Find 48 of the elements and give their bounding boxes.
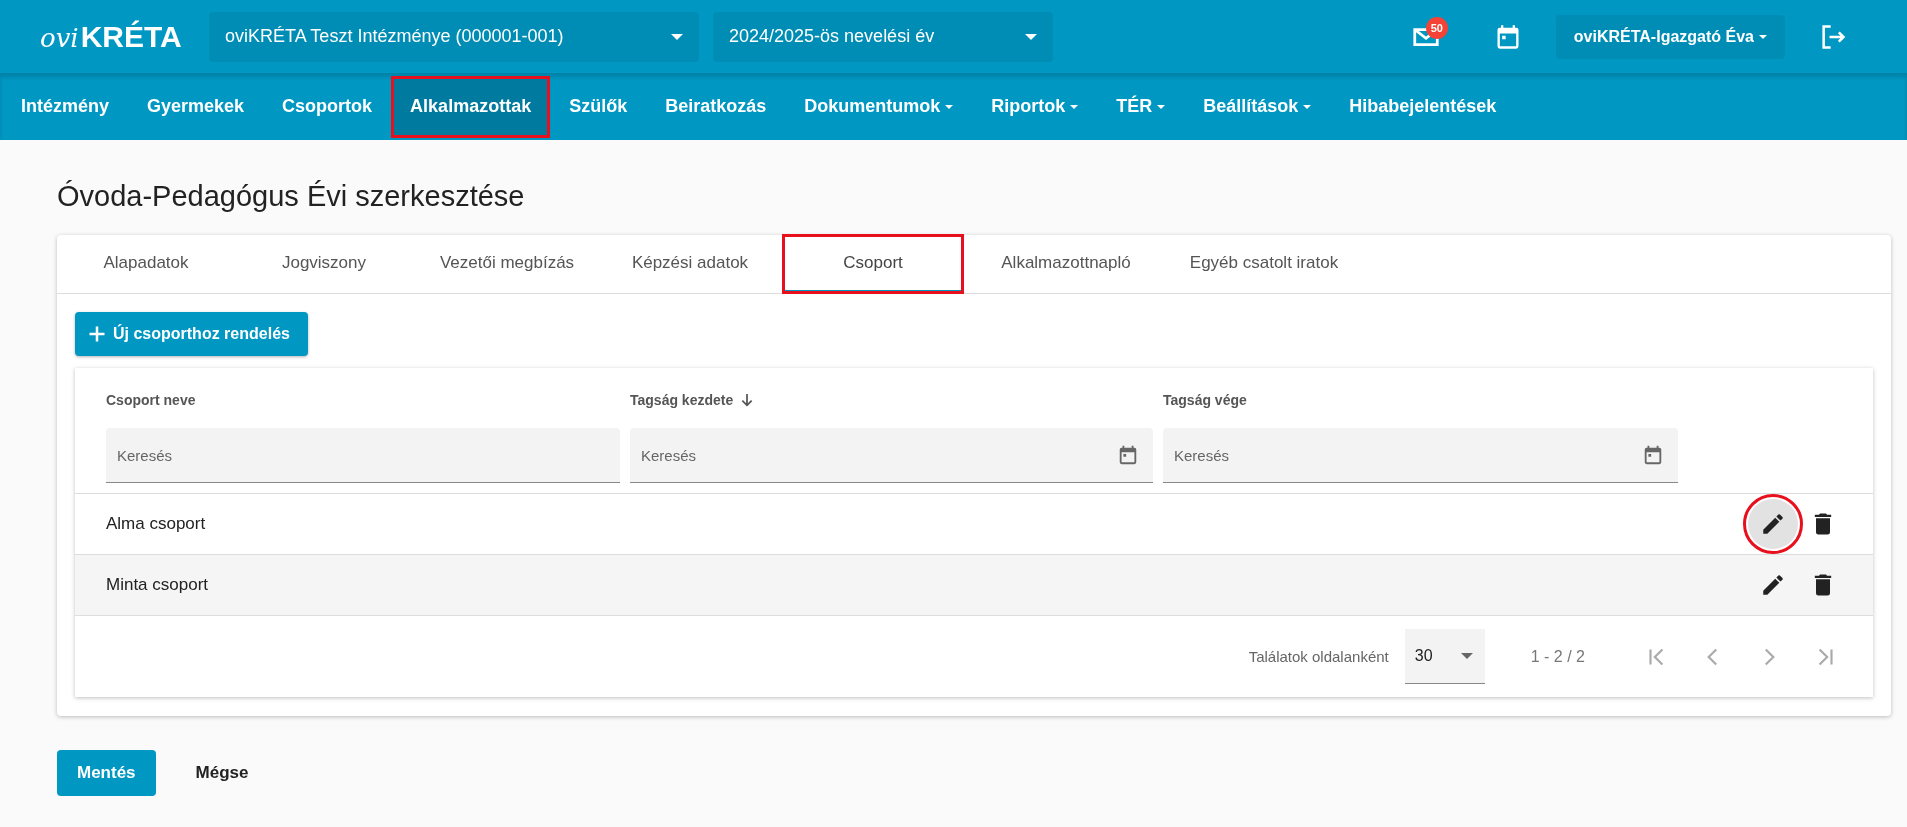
- search-field[interactable]: Keresés: [1163, 428, 1678, 483]
- column-title: Tagság vége: [1163, 392, 1247, 408]
- page-range: 1 - 2 / 2: [1530, 647, 1585, 666]
- tab[interactable]: Csoport: [783, 235, 963, 293]
- column-header[interactable]: Tagság kezdete: [630, 388, 1153, 412]
- table-cell-text: Alma csoport: [106, 514, 207, 534]
- column-title: Tagság kezdete: [630, 392, 734, 408]
- logout-icon[interactable]: [1819, 22, 1847, 51]
- add-group-button[interactable]: Új csoporthoz rendelés: [75, 312, 308, 356]
- tab[interactable]: Egyéb csatolt iratok: [1169, 235, 1359, 293]
- calendar-icon[interactable]: [1117, 444, 1139, 466]
- nav-item[interactable]: Gyermekek: [131, 78, 261, 135]
- page-title: Óvoda-Pedagógus Évi szerkesztése: [57, 179, 526, 214]
- column-title: Csoport neve: [106, 392, 196, 408]
- mail-button[interactable]: 50: [1405, 16, 1446, 57]
- nav-item[interactable]: Alkalmazottak: [394, 78, 548, 135]
- year-select[interactable]: 2024/2025-ös nevelési év: [713, 11, 1053, 62]
- calendar-icon[interactable]: [1642, 444, 1664, 466]
- logo: oviKRÉTA: [40, 19, 183, 54]
- nav-item[interactable]: Riportok: [975, 78, 1095, 135]
- search-field[interactable]: Keresés: [630, 428, 1153, 483]
- nav-item[interactable]: Hibabejelentések: [1333, 78, 1513, 135]
- nav-item[interactable]: Beállítások: [1187, 78, 1328, 135]
- nav-item[interactable]: Szülők: [553, 78, 644, 135]
- column-header[interactable]: Tagság vége: [1163, 388, 1678, 412]
- nav-item[interactable]: TÉR: [1100, 78, 1182, 135]
- pencil-icon: [1760, 572, 1786, 598]
- unread-count-badge: 50: [1425, 16, 1448, 39]
- tab[interactable]: Alkalmazottnapló: [971, 235, 1161, 293]
- tab[interactable]: Képzési adatok: [605, 235, 775, 293]
- nav-item[interactable]: Intézmény: [5, 78, 126, 135]
- table-cell-text: Minta csoport: [106, 575, 210, 595]
- institution-select[interactable]: oviKRÉTA Teszt Intézménye (000001-001): [209, 11, 699, 62]
- user-menu-button[interactable]: oviKRÉTA-Igazgató Éva: [1555, 14, 1785, 59]
- tab[interactable]: Alapadatok: [61, 235, 231, 293]
- pencil-icon: [1760, 511, 1786, 537]
- tab[interactable]: Vezetői megbízás: [417, 235, 597, 293]
- column-header[interactable]: Csoport neve: [106, 388, 620, 412]
- search-field[interactable]: Keresés: [106, 428, 620, 483]
- tab[interactable]: Jogviszony: [239, 235, 409, 293]
- save-button[interactable]: Mentés: [57, 750, 156, 796]
- page-size-select[interactable]: 30: [1404, 629, 1485, 684]
- cancel-button[interactable]: Mégse: [175, 750, 269, 796]
- nav-item[interactable]: Dokumentumok: [788, 78, 970, 135]
- page-size-label: Találatok oldalanként: [1248, 648, 1389, 665]
- plus-icon: [87, 324, 107, 344]
- nav-item[interactable]: Csoportok: [266, 78, 389, 135]
- nav-item[interactable]: Beiratkozás: [649, 78, 783, 135]
